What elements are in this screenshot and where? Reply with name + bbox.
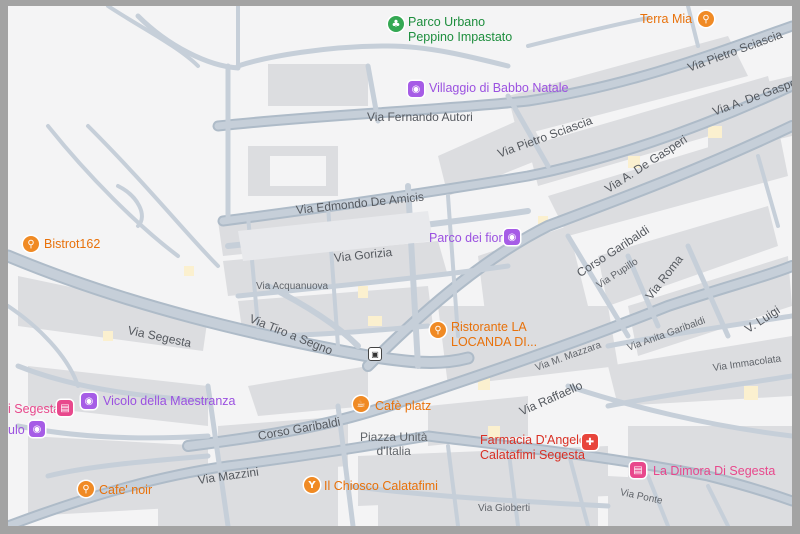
poi-parco-dei-fiori[interactable]: Parco dei fiori bbox=[429, 231, 505, 246]
poi-ulo-left[interactable]: ulo bbox=[8, 423, 25, 438]
poi-cafe-noir[interactable]: Cafe' noir bbox=[99, 483, 152, 498]
attraction-icon[interactable]: ◉ bbox=[29, 421, 45, 437]
map-canvas[interactable]: Via Fernando Autori Via Pietro Sciascia … bbox=[8, 6, 792, 526]
street-label-piazza: Piazza Unità d'Italia bbox=[360, 430, 428, 458]
poi-dimora-segesta[interactable]: La Dimora Di Segesta bbox=[653, 464, 775, 479]
restaurant-icon[interactable]: ⚲ bbox=[23, 236, 39, 252]
poi-vicolo-maestranza[interactable]: Vicolo della Maestranza bbox=[103, 394, 235, 409]
poi-cafe-platz[interactable]: Cafè platz bbox=[375, 399, 431, 414]
poi-bistrot162[interactable]: Bistrot162 bbox=[44, 237, 100, 252]
pharmacy-icon[interactable]: ✚ bbox=[582, 434, 598, 450]
attraction-icon[interactable]: ◉ bbox=[408, 81, 424, 97]
attraction-icon[interactable]: ◉ bbox=[504, 229, 520, 245]
poi-farmacia[interactable]: Farmacia D'Angelo Calatafimi Segesta bbox=[480, 433, 586, 463]
street-label-gioberti: Via Gioberti bbox=[478, 503, 531, 514]
restaurant-icon[interactable]: ⚲ bbox=[78, 481, 94, 497]
hotel-icon[interactable]: ▤ bbox=[57, 400, 73, 416]
bus-stop-icon[interactable]: ▣ bbox=[368, 347, 382, 361]
poi-segesta-left[interactable]: i Segesta bbox=[8, 402, 60, 417]
street-label-acquanuova: Via Acquanuova bbox=[256, 281, 329, 292]
park-icon[interactable]: ♣ bbox=[388, 16, 404, 32]
poi-terra-mia[interactable]: Terra Mia bbox=[640, 12, 692, 27]
restaurant-icon[interactable]: ⚲ bbox=[698, 11, 714, 27]
hotel-icon[interactable]: ▤ bbox=[630, 462, 646, 478]
poi-parco-urbano[interactable]: Parco Urbano Peppino Impastato bbox=[408, 15, 512, 45]
poi-locanda[interactable]: Ristorante LA LOCANDA DI... bbox=[451, 320, 537, 350]
poi-chiosco[interactable]: Il Chiosco Calatafimi bbox=[324, 479, 438, 494]
poi-villaggio-babbo-natale[interactable]: Villaggio di Babbo Natale bbox=[429, 81, 568, 96]
street-label-fernando-autori: Via Fernando Autori bbox=[367, 110, 473, 124]
cafe-icon[interactable]: ☕ bbox=[353, 396, 369, 412]
bar-icon[interactable]: Y bbox=[304, 477, 320, 493]
restaurant-icon[interactable]: ⚲ bbox=[430, 322, 446, 338]
attraction-icon[interactable]: ◉ bbox=[81, 393, 97, 409]
map-frame: Via Fernando Autori Via Pietro Sciascia … bbox=[0, 0, 800, 534]
